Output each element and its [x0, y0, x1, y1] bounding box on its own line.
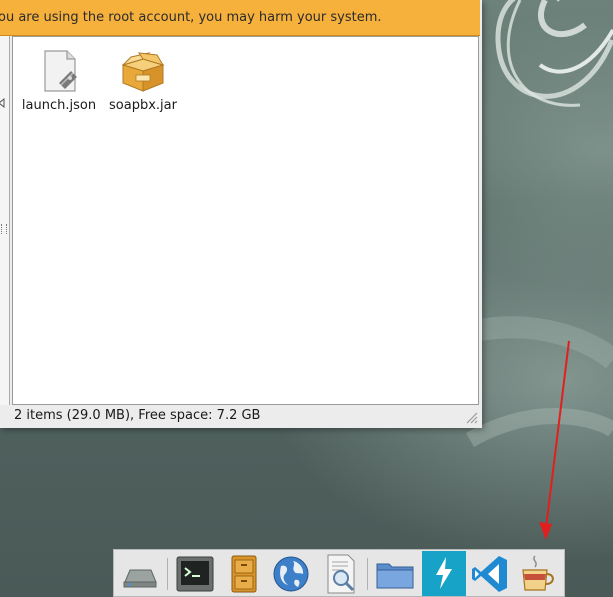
dock-panel	[113, 549, 565, 597]
json-file-icon	[44, 50, 77, 92]
web-browser-icon	[273, 556, 309, 592]
file-view[interactable]: launch.json soapbx.jar	[12, 36, 479, 405]
side-pane-arrow-icon[interactable]	[0, 98, 6, 108]
dock-item-vscode[interactable]	[468, 552, 512, 596]
root-warning-bar: ou are using the root account, you may h…	[0, 0, 480, 36]
dock-item-java[interactable]	[515, 552, 559, 596]
status-bar: 2 items (29.0 MB), Free space: 7.2 GB	[0, 405, 482, 428]
file-manager-window: ou are using the root account, you may h…	[0, 0, 482, 428]
dock-item-file-cabinet[interactable]	[222, 552, 266, 596]
side-pane[interactable]	[0, 36, 10, 406]
vscode-icon	[472, 556, 507, 592]
java-coffee-cup-icon	[522, 555, 554, 591]
pane-resize-handle[interactable]	[1, 224, 7, 234]
dock-item-drive[interactable]	[118, 552, 162, 596]
bolt-app-icon	[436, 557, 452, 589]
file-item-launch-json[interactable]: launch.json	[17, 47, 101, 113]
drive-icon	[123, 569, 157, 588]
dock-item-bolt-app[interactable]	[422, 551, 466, 596]
file-cabinet-icon	[231, 555, 257, 593]
dock-separator	[167, 558, 168, 590]
status-text: 2 items (29.0 MB), Free space: 7.2 GB	[14, 408, 261, 423]
dock-item-terminal[interactable]	[173, 552, 217, 596]
file-name: launch.json	[21, 98, 97, 113]
annotation-arrow	[539, 340, 570, 540]
terminal-icon	[176, 556, 214, 592]
root-warning-text: ou are using the root account, you may h…	[0, 10, 382, 25]
dock-separator	[367, 558, 368, 590]
folder-icon	[376, 563, 414, 589]
resize-grip-icon[interactable]	[464, 410, 478, 424]
document-viewer-icon	[327, 554, 355, 594]
dock-item-web-browser[interactable]	[269, 552, 313, 596]
file-item-soapbx-jar[interactable]: soapbx.jar	[101, 47, 185, 113]
jar-package-icon	[121, 52, 165, 92]
dock-item-document-viewer[interactable]	[319, 552, 363, 596]
file-name: soapbx.jar	[109, 98, 177, 113]
dock-item-folder[interactable]	[373, 552, 417, 596]
